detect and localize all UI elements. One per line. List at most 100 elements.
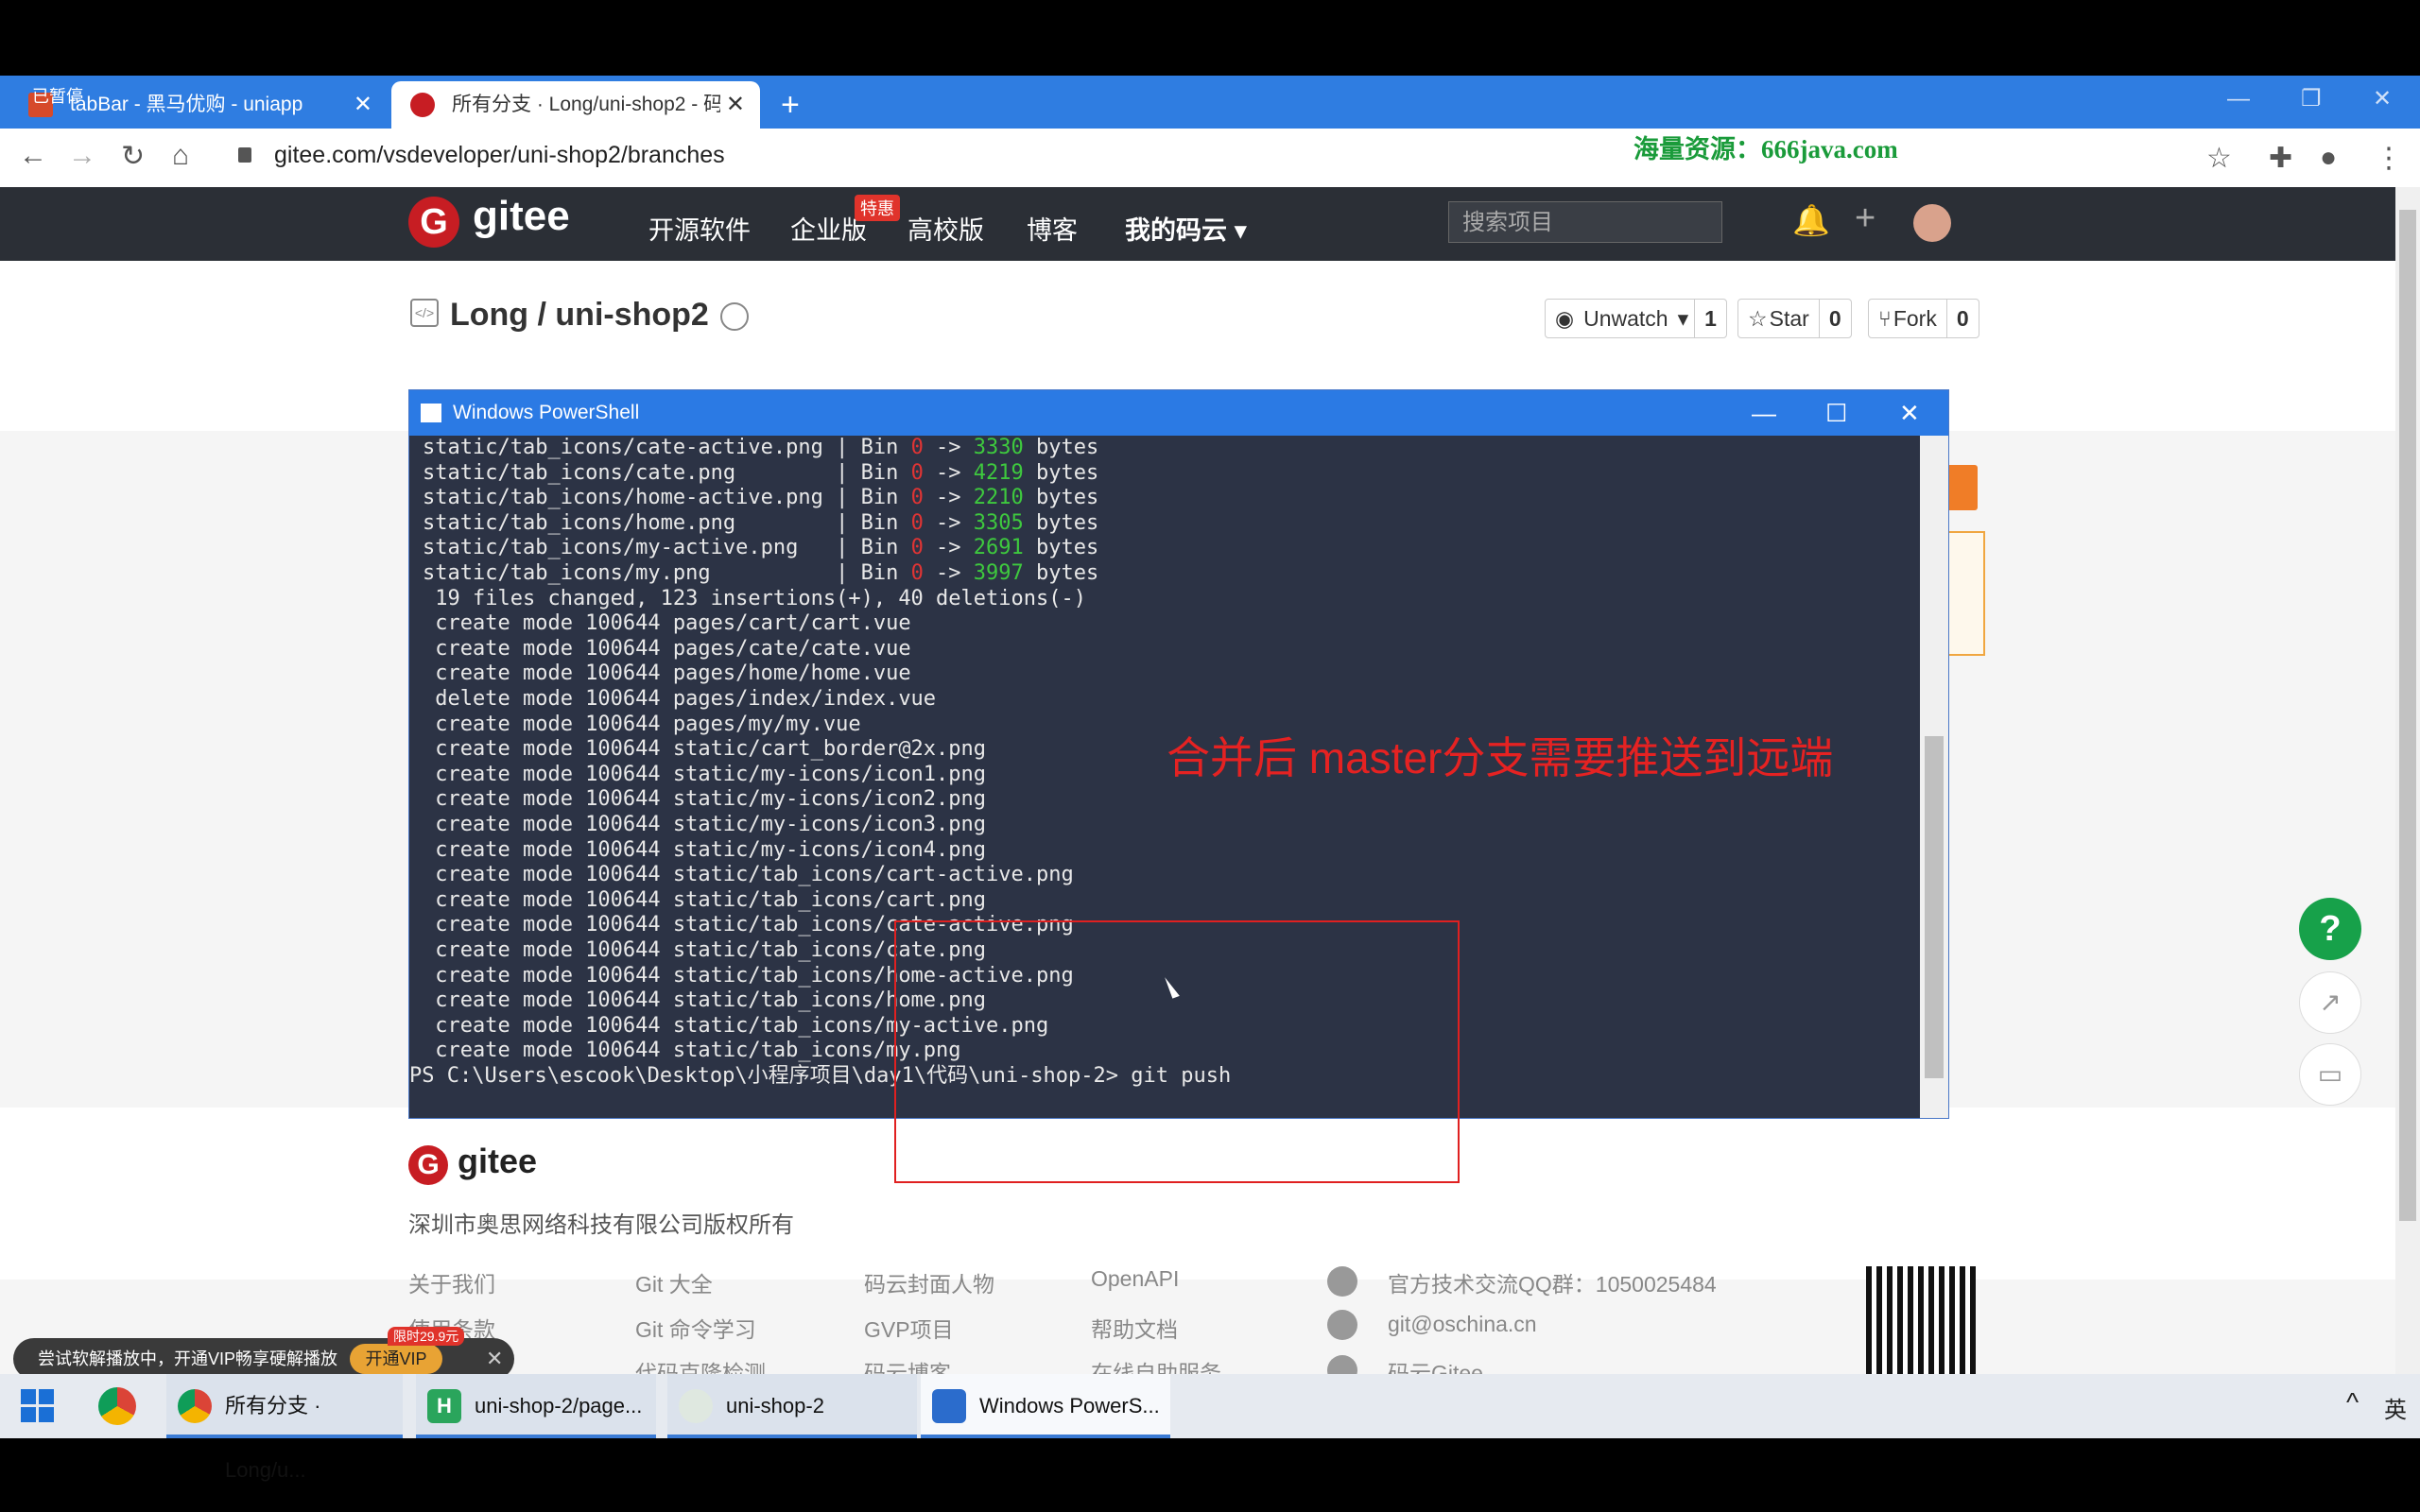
- mode-line: create mode 100644 static/my-icons/icon1…: [423, 762, 987, 786]
- gitee-brand[interactable]: gitee: [473, 193, 570, 240]
- repo-title[interactable]: Long / uni-shop2: [450, 297, 709, 334]
- diffstat-to: 2210: [973, 486, 1024, 510]
- nav-open-source[interactable]: 开源软件: [648, 210, 751, 247]
- input-method-indicator[interactable]: 英: [2384, 1391, 2407, 1424]
- powershell-titlebar[interactable]: Windows PowerShell — ☐ ✕: [409, 390, 1948, 436]
- footer-link-git-commands[interactable]: Git 命令学习: [635, 1312, 756, 1344]
- comment-icon[interactable]: ▭: [2299, 1043, 2361, 1106]
- chevron-up-icon[interactable]: ^: [2346, 1387, 2359, 1418]
- search-input[interactable]: 搜索项目: [1448, 201, 1722, 243]
- powershell-title: Windows PowerShell: [453, 402, 640, 423]
- tab-branches[interactable]: 所有分支 · Long/uni-shop2 - 码云 ✕: [391, 81, 760, 129]
- browser-tab-strip: tabBar - 黑马优购 - uniapp ✕ 已暂停 所有分支 · Long…: [0, 76, 2420, 129]
- commit-summary: 19 files changed, 123 insertions(+), 40 …: [423, 586, 1086, 610]
- diffstat-line: static/tab_icons/home-active.png | Bin 0…: [423, 486, 1098, 510]
- mode-line: create mode 100644 static/my-icons/icon4…: [423, 837, 987, 862]
- diffstat-unit: bytes: [1023, 536, 1099, 560]
- gitee-logo-icon[interactable]: G: [408, 197, 459, 248]
- footer-link-about[interactable]: 关于我们: [408, 1266, 495, 1298]
- fork-count[interactable]: 0: [1945, 300, 1979, 337]
- minimize-icon[interactable]: —: [2227, 76, 2250, 123]
- watch-button[interactable]: ◉ Unwatch ▾ 1: [1545, 299, 1727, 338]
- diffstat-to: 3305: [973, 510, 1024, 535]
- page-scrollbar-thumb[interactable]: [2399, 210, 2416, 1221]
- terminal-scrollbar[interactable]: [1920, 436, 1948, 1118]
- diffstat-arrow: ->: [923, 536, 974, 560]
- wechat-icon: [1327, 1355, 1357, 1374]
- watch-label: Unwatch: [1583, 306, 1668, 331]
- profile-icon[interactable]: ●: [2320, 142, 2337, 174]
- footer-qq-group: 官方技术交流QQ群：1050025484: [1388, 1272, 1717, 1297]
- reload-icon[interactable]: ↻: [121, 140, 145, 173]
- diffstat-arrow: ->: [923, 436, 974, 459]
- nav-my-gitee-label: 我的码云: [1125, 216, 1227, 245]
- close-window-icon[interactable]: ✕: [2373, 76, 2392, 123]
- footer-link-openapi[interactable]: OpenAPI: [1091, 1266, 1179, 1292]
- footer-link-clone-detect[interactable]: 代码克隆检测: [635, 1355, 766, 1374]
- star-button[interactable]: ☆Star 0: [1737, 299, 1852, 338]
- diffstat-from: 0: [910, 510, 924, 535]
- back-arrow-icon[interactable]: ←: [19, 140, 47, 172]
- extensions-icon[interactable]: ✚: [2269, 142, 2292, 175]
- gitee-header: G gitee 开源软件 企业版 特惠 高校版 博客 我的码云 ▾ 搜索项目 🔔…: [0, 187, 2395, 261]
- taskbar-item-label: uni-shop-2/page...: [475, 1394, 643, 1418]
- star-label: Star: [1769, 306, 1809, 331]
- chrome-icon[interactable]: [98, 1387, 136, 1425]
- footer-gitee-account: 码云Gitee: [1388, 1361, 1483, 1374]
- nav-education[interactable]: 高校版: [908, 210, 984, 247]
- watch-count[interactable]: 1: [1694, 300, 1726, 337]
- vip-price-tag: 限时29.9元: [388, 1327, 465, 1346]
- footer-link-self-service[interactable]: 在线自助服务: [1091, 1355, 1221, 1374]
- close-icon[interactable]: ✕: [354, 81, 372, 129]
- open-vip-button[interactable]: 开通VIP: [350, 1344, 442, 1374]
- bookmark-star-icon[interactable]: ☆: [2206, 142, 2232, 175]
- taskbar-item-hbuilder[interactable]: H uni-shop-2/page...: [416, 1374, 656, 1438]
- restore-icon[interactable]: ❐: [2301, 76, 2322, 123]
- star-icon: ☆: [1748, 306, 1768, 331]
- taskbar-item-browser[interactable]: 所有分支 · Long/u...: [166, 1374, 403, 1482]
- mode-line: create mode 100644 static/my-icons/icon3…: [423, 813, 987, 836]
- watermark-text: 海量资源：666java.com: [1634, 135, 1898, 163]
- home-icon[interactable]: ⌂: [172, 140, 189, 172]
- bell-icon[interactable]: 🔔: [1792, 202, 1830, 238]
- url-field[interactable]: gitee.com/vsdeveloper/uni-shop2/branches: [274, 142, 725, 169]
- nav-my-gitee[interactable]: 我的码云 ▾: [1125, 210, 1247, 247]
- close-icon[interactable]: ✕: [719, 81, 745, 129]
- maximize-icon[interactable]: ☐: [1825, 390, 1847, 436]
- taskbar-item-label: uni-shop-2: [726, 1394, 824, 1418]
- diffstat-line: static/tab_icons/cate-active.png | Bin 0…: [423, 436, 1098, 460]
- new-tab-button[interactable]: +: [781, 81, 800, 129]
- terminal-scrollbar-thumb[interactable]: [1925, 736, 1944, 1078]
- code-icon: </>: [410, 299, 439, 327]
- fork-button[interactable]: ⑂Fork 0: [1868, 299, 1979, 338]
- mode-line: delete mode 100644 pages/index/index.vue: [423, 687, 937, 711]
- footer-email[interactable]: git@oschina.cn: [1388, 1312, 1537, 1337]
- diffstat-line: static/tab_icons/my.png | Bin 0 -> 3997 …: [423, 561, 1098, 586]
- annotation-highlight-box: [894, 920, 1460, 1183]
- close-icon[interactable]: ✕: [1899, 390, 1920, 436]
- footer-link-cover-people[interactable]: 码云封面人物: [864, 1266, 994, 1298]
- share-icon[interactable]: ↗: [2299, 971, 2361, 1034]
- taskbar-item-devtools[interactable]: uni-shop-2: [667, 1374, 917, 1438]
- minimize-icon[interactable]: —: [1752, 390, 1776, 436]
- diffstat-arrow: ->: [923, 561, 974, 585]
- avatar[interactable]: [1913, 204, 1951, 242]
- menu-dots-icon[interactable]: ⋮: [2375, 142, 2403, 175]
- forward-arrow-icon[interactable]: →: [68, 140, 96, 172]
- diffstat-arrow: ->: [923, 460, 974, 485]
- windows-start-icon[interactable]: [21, 1389, 55, 1423]
- diffstat-to: 4219: [973, 460, 1024, 485]
- diffstat-file: static/tab_icons/my-active.png | Bin: [423, 536, 911, 560]
- footer-link-gitee-blog[interactable]: 码云博客: [864, 1355, 951, 1374]
- footer-link-gvp[interactable]: GVP项目: [864, 1312, 954, 1344]
- help-button[interactable]: ?: [2299, 898, 2361, 960]
- nav-blog[interactable]: 博客: [1027, 210, 1078, 247]
- plus-icon[interactable]: +: [1855, 198, 1876, 239]
- footer-link-git-guide[interactable]: Git 大全: [635, 1266, 713, 1298]
- diffstat-file: static/tab_icons/my.png | Bin: [423, 561, 911, 585]
- star-count[interactable]: 0: [1818, 300, 1851, 337]
- taskbar-item-label: Windows PowerS...: [979, 1394, 1160, 1418]
- powershell-icon: [421, 404, 441, 422]
- taskbar-item-powershell[interactable]: Windows PowerS...: [921, 1374, 1170, 1438]
- footer-link-help-docs[interactable]: 帮助文档: [1091, 1312, 1178, 1344]
